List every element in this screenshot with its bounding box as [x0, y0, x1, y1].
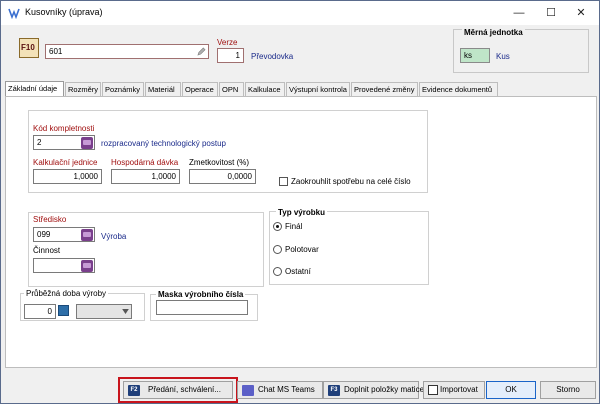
minimize-button[interactable]: — [505, 4, 533, 22]
lead-time-title: Průběžná doba výroby [24, 289, 109, 298]
center-value: 099 [37, 230, 51, 239]
ok-button[interactable]: OK [486, 381, 536, 399]
version-field[interactable]: 1 [217, 48, 244, 63]
f10-logo-text: F10 [21, 43, 35, 52]
batch-field[interactable]: 1,0000 [111, 169, 180, 184]
ok-label: OK [505, 385, 517, 394]
completeness-picker-icon[interactable] [81, 137, 93, 149]
radio-ostatni-label[interactable]: Ostatní [285, 267, 311, 276]
import-label: Importovat [440, 385, 478, 394]
version-name: Převodovka [251, 52, 294, 61]
teams-icon [242, 385, 254, 396]
round-checkbox[interactable] [279, 177, 288, 186]
version-value: 1 [235, 51, 240, 60]
unit-code-field[interactable]: ks [460, 48, 490, 63]
unit-name: Kus [496, 52, 510, 61]
import-button[interactable]: Importovat [423, 381, 485, 399]
code-field[interactable]: 601 [45, 44, 209, 59]
pencil-icon[interactable] [197, 47, 206, 56]
teams-chat-button[interactable]: Chat MS Teams [237, 381, 323, 399]
center-picker-icon[interactable] [81, 229, 93, 241]
code-value: 601 [49, 47, 63, 56]
title-bar: Kusovníky (úprava) — ☐ ✕ [1, 1, 599, 25]
lead-time-field[interactable]: 0 [24, 304, 56, 319]
tab-material[interactable]: Materiál [145, 82, 181, 96]
fill-matrix-button[interactable]: F3 Doplnit položky matice [323, 381, 424, 399]
completeness-text: rozpracovaný technologický postup [101, 139, 226, 148]
center-name: Výroba [101, 232, 127, 241]
tab-rozmery[interactable]: Rozměry [65, 82, 101, 96]
activity-label: Činnost [33, 246, 61, 255]
round-label[interactable]: Zaokrouhlit spotřebu na celé číslo [291, 177, 411, 186]
tab-evidence-dokumentu[interactable]: Evidence dokumentů [419, 82, 498, 96]
waste-label: Zmetkovitost (%) [189, 158, 250, 167]
fill-matrix-label: Doplnit položky matice [344, 385, 425, 394]
calc-unit-field[interactable]: 1,0000 [33, 169, 102, 184]
product-type-title: Typ výrobku [276, 208, 327, 217]
completeness-label: Kód kompletnosti [33, 124, 95, 133]
close-button[interactable]: ✕ [567, 4, 595, 22]
calc-unit-label: Kalkulační jednice [33, 158, 98, 167]
radio-final[interactable] [273, 222, 282, 231]
cancel-label: Storno [556, 385, 580, 394]
tab-kalkulace[interactable]: Kalkulace [245, 82, 285, 96]
calculator-icon[interactable] [58, 305, 69, 316]
radio-polotovar[interactable] [273, 245, 282, 254]
unit-code: ks [464, 51, 472, 60]
app-logo-icon [8, 8, 20, 19]
tab-provedene-zmeny[interactable]: Provedené změny [351, 82, 418, 96]
tab-poznamky[interactable]: Poznámky [102, 82, 144, 96]
waste-value: 0,0000 [227, 172, 252, 181]
radio-ostatni[interactable] [273, 267, 282, 276]
import-icon [428, 385, 438, 395]
tab-zakladni-udaje[interactable]: Základní údaje [5, 81, 64, 97]
f10-logo-icon[interactable]: F10 [19, 38, 39, 58]
maximize-button[interactable]: ☐ [537, 4, 565, 22]
cancel-button[interactable]: Storno [540, 381, 596, 399]
serial-mask-field[interactable] [156, 300, 248, 315]
tab-opn[interactable]: OPN [219, 82, 244, 96]
kusovniky-window: Kusovníky (úprava) — ☐ ✕ F10 601 Verze 1… [0, 0, 600, 404]
tab-vystupni-kontrola[interactable]: Výstupní kontrola [286, 82, 350, 96]
version-label: Verze [217, 38, 238, 47]
serial-mask-title: Maska výrobního čísla [156, 290, 246, 299]
batch-value: 1,0000 [151, 172, 176, 181]
teams-label: Chat MS Teams [258, 385, 315, 394]
tab-operace[interactable]: Operace [182, 82, 218, 96]
window-title: Kusovníky (úprava) [25, 7, 103, 17]
f3-key-icon: F3 [328, 385, 340, 396]
lead-time-value: 0 [47, 307, 52, 316]
activity-picker-icon[interactable] [81, 260, 93, 272]
handover-highlight [118, 377, 238, 403]
radio-polotovar-label[interactable]: Polotovar [285, 245, 319, 254]
radio-final-label[interactable]: Finál [285, 222, 302, 231]
unit-group: Měrná jednotka ks Kus [453, 28, 589, 73]
completeness-value: 2 [37, 138, 42, 147]
center-label: Středisko [33, 215, 67, 224]
calc-unit-value: 1,0000 [73, 172, 98, 181]
waste-field[interactable]: 0,0000 [189, 169, 256, 184]
tab-panel-zakladni-udaje: Kód kompletnosti 2 rozpracovaný technolo… [5, 96, 597, 368]
chevron-down-icon[interactable] [122, 309, 129, 314]
batch-label: Hospodárná dávka [111, 158, 179, 167]
unit-title: Měrná jednotka [462, 28, 525, 37]
